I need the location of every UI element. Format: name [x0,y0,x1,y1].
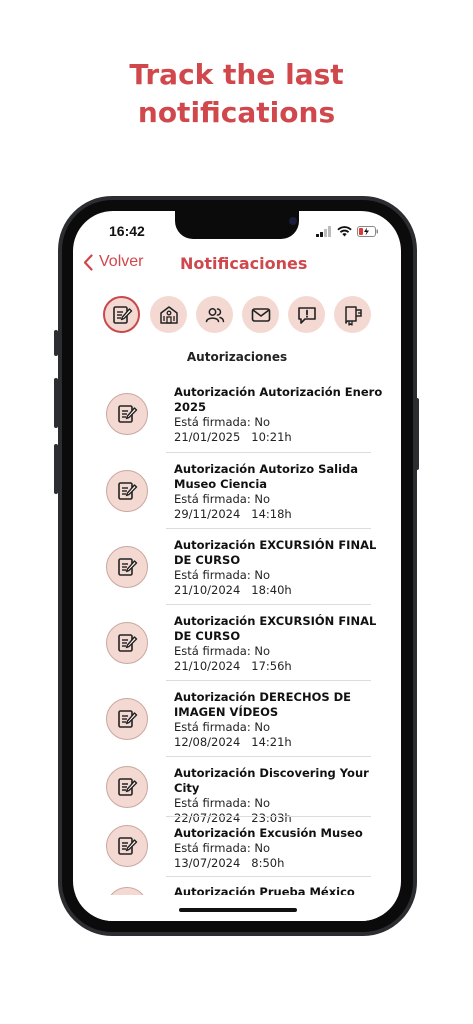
tab-messages[interactable] [242,296,279,333]
tab-school[interactable] [150,296,187,333]
item-title: Autorización EXCURSIÓN FINAL DE CURSO [174,614,377,643]
authorization-icon [106,393,148,435]
divider [166,680,371,681]
section-title: Autorizaciones [186,350,288,364]
item-signed-status: Está firmada: No [174,841,271,855]
status-icons [316,225,379,237]
battery-charging-icon [357,225,378,237]
item-title: Autorización EXCURSIÓN FINAL DE CURSO [174,538,377,567]
item-date: 29/11/2024 [174,507,241,521]
item-signed-status: Está firmada: No [174,720,271,734]
item-time: 17:56h [251,659,292,673]
mail-icon [251,307,270,322]
item-signed-status: Está firmada: No [174,568,271,582]
tab-contacts[interactable] [196,296,233,333]
authorization-icon [106,698,148,740]
item-time: 18:40h [251,583,292,597]
camera-dot [289,217,297,225]
promo-headline-line1: Track the last [129,58,344,91]
divider [166,528,371,529]
list-item[interactable]: Autorización DERECHOS DE IMAGEN VÍDEOS E… [73,688,401,764]
list-item[interactable]: Autorización EXCURSIÓN FINAL DE CURSO Es… [73,612,401,688]
back-button[interactable]: Volver [83,253,143,271]
authorization-icon [106,766,148,808]
item-date: 12/08/2024 [174,735,241,749]
nav-bar: Volver Notificaciones [73,253,401,277]
item-time: 10:21h [251,430,292,444]
notebook-icon [344,305,362,326]
page-title: Notificaciones [180,254,308,273]
item-title: Autorización Autorización Enero 2025 [174,385,383,414]
wifi-icon [337,225,352,236]
authorization-icon [112,305,132,324]
list-item[interactable]: Autorización EXCURSIÓN FINAL DE CURSO Es… [73,536,401,612]
authorization-icon [106,825,148,867]
signal-icon [316,225,331,237]
item-date: 21/10/2024 [174,583,241,597]
item-title: Autorización Discovering Your City [174,766,369,795]
item-title: Autorización Excusión Museo [174,826,363,840]
item-signed-status: Está firmada: No [174,644,271,658]
tab-alerts[interactable] [288,296,325,333]
item-date: 22/07/2024 [174,811,241,825]
home-indicator[interactable] [179,908,297,912]
item-signed-status: Está firmada: No [174,415,271,429]
school-icon [159,305,178,324]
users-icon [205,307,224,322]
back-label: Volver [99,253,144,270]
divider [166,452,371,453]
app-screen: 16:42 Volver Notificaciones Autorizacion… [73,211,401,921]
item-signed-status: Está firmada: No [174,796,271,810]
power-button [415,398,419,470]
divider [166,816,371,817]
divider [166,604,371,605]
item-time: 23:03h [251,811,292,825]
item-title: Autorización Autorizo Salida Museo Cienc… [174,462,359,491]
volume-up-button [54,378,58,428]
promo-headline: Track the last notifications [0,56,473,132]
mute-switch [54,330,58,356]
chevron-left-icon [83,253,93,271]
authorization-icon [106,470,148,512]
divider [166,876,371,877]
list-item[interactable]: Autorización Autorización Enero 2025 Est… [73,383,401,459]
item-time: 8:50h [251,856,285,870]
divider [166,756,371,757]
item-time: 14:18h [251,507,292,521]
item-date: 21/10/2024 [174,659,241,673]
promo-headline-line2: notifications [137,96,336,129]
item-signed-status: Está firmada: No [174,492,271,506]
authorization-icon [106,622,148,664]
item-title: Autorización DERECHOS DE IMAGEN VÍDEOS [174,690,352,719]
item-date: 13/07/2024 [174,856,241,870]
status-time: 16:42 [109,223,145,239]
authorization-icon [106,546,148,588]
tab-authorizations[interactable] [103,296,140,333]
notch [175,211,299,239]
volume-down-button [54,444,58,494]
category-tabs [99,296,375,336]
item-date: 21/01/2025 [174,430,241,444]
item-time: 14:21h [251,735,292,749]
tab-agenda[interactable] [334,296,371,333]
list-item[interactable]: Autorización Autorizo Salida Museo Cienc… [73,460,401,536]
alert-message-icon [297,306,316,324]
